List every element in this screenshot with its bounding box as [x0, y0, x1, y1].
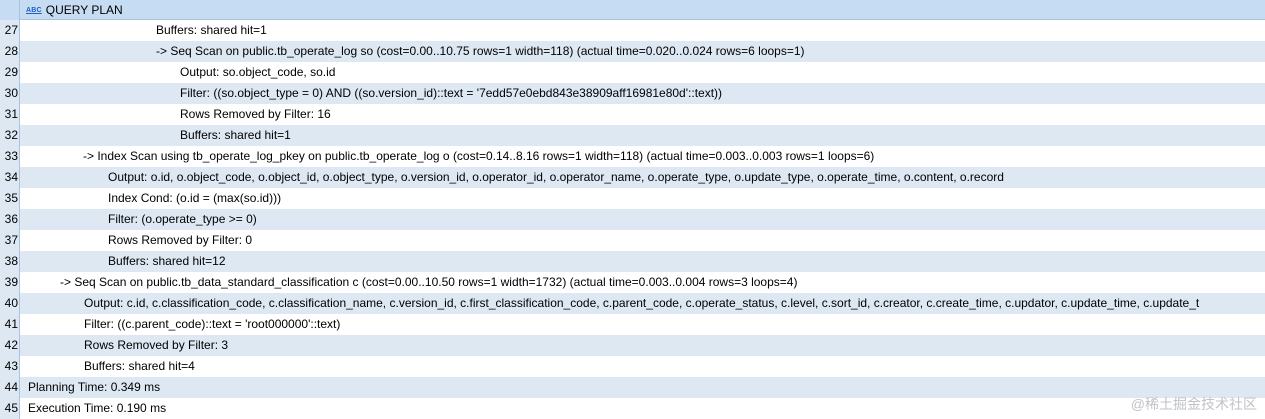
query-plan-cell[interactable]: Filter: ((c.parent_code)::text = 'root00… — [28, 314, 1265, 335]
query-plan-cell[interactable]: -> Seq Scan on public.tb_data_standard_c… — [28, 272, 1265, 293]
query-plan-cell[interactable]: -> Seq Scan on public.tb_operate_log so … — [28, 41, 1265, 62]
result-grid-header: ABC QUERY PLAN — [0, 0, 1265, 20]
row-number[interactable]: 43 — [0, 356, 20, 377]
row-number[interactable]: 35 — [0, 188, 20, 209]
query-plan-cell[interactable]: Output: o.id, o.object_code, o.object_id… — [28, 167, 1265, 188]
row-number[interactable]: 36 — [0, 209, 20, 230]
query-plan-cell[interactable]: Index Cond: (o.id = (max(so.id))) — [28, 188, 1265, 209]
row-number[interactable]: 45 — [0, 398, 20, 419]
row-number[interactable]: 37 — [0, 230, 20, 251]
row-number[interactable]: 38 — [0, 251, 20, 272]
table-row[interactable]: 40 Output: c.id, c.classification_code, c… — [0, 293, 1265, 314]
table-row[interactable]: 43 Buffers: shared hit=4 — [0, 356, 1265, 377]
row-number[interactable]: 33 — [0, 146, 20, 167]
row-number[interactable]: 27 — [0, 20, 20, 41]
row-number[interactable]: 40 — [0, 293, 20, 314]
row-number[interactable]: 28 — [0, 41, 20, 62]
table-row[interactable]: 41 Filter: ((c.parent_code)::text = 'root… — [0, 314, 1265, 335]
result-grid[interactable]: 27 Buffers: shared hit=1 28 -> Seq Scan on … — [0, 20, 1265, 419]
row-number[interactable]: 31 — [0, 104, 20, 125]
row-number[interactable]: 42 — [0, 335, 20, 356]
table-row[interactable]: 34 Output: o.id, o.object_code, o.object_… — [0, 167, 1265, 188]
query-plan-cell[interactable]: Buffers: shared hit=1 — [28, 125, 1265, 146]
query-plan-cell[interactable]: Rows Removed by Filter: 0 — [28, 230, 1265, 251]
header-row-gutter[interactable] — [0, 0, 20, 20]
table-row[interactable]: 30 Filter: ((so.object_type = 0) AND ((so… — [0, 83, 1265, 104]
table-row[interactable]: 32 Buffers: shared hit=1 — [0, 125, 1265, 146]
table-row[interactable]: 36 Filter: (o.operate_type >= 0) — [0, 209, 1265, 230]
table-row[interactable]: 42 Rows Removed by Filter: 3 — [0, 335, 1265, 356]
row-number[interactable]: 30 — [0, 83, 20, 104]
table-row[interactable]: 33 -> Index Scan using tb_operate_log_pke… — [0, 146, 1265, 167]
row-number[interactable]: 34 — [0, 167, 20, 188]
column-header-label: QUERY PLAN — [45, 3, 123, 17]
row-number[interactable]: 29 — [0, 62, 20, 83]
row-number[interactable]: 39 — [0, 272, 20, 293]
table-row[interactable]: 44 Planning Time: 0.349 ms — [0, 377, 1265, 398]
query-plan-cell[interactable]: -> Index Scan using tb_operate_log_pkey … — [28, 146, 1265, 167]
row-number[interactable]: 41 — [0, 314, 20, 335]
query-plan-cell[interactable]: Execution Time: 0.190 ms — [28, 398, 1265, 419]
table-row[interactable]: 38 Buffers: shared hit=12 — [0, 251, 1265, 272]
query-plan-cell[interactable]: Buffers: shared hit=4 — [28, 356, 1265, 377]
table-row[interactable]: 29 Output: so.object_code, so.id — [0, 62, 1265, 83]
row-number[interactable]: 44 — [0, 377, 20, 398]
row-number[interactable]: 32 — [0, 125, 20, 146]
column-header-query-plan[interactable]: ABC QUERY PLAN — [20, 0, 1265, 20]
query-plan-cell[interactable]: Output: so.object_code, so.id — [28, 62, 1265, 83]
abc-text-type-icon: ABC — [26, 6, 42, 14]
query-plan-cell[interactable]: Filter: ((so.object_type = 0) AND ((so.v… — [28, 83, 1265, 104]
query-plan-cell[interactable]: Rows Removed by Filter: 3 — [28, 335, 1265, 356]
query-plan-cell[interactable]: Buffers: shared hit=1 — [28, 20, 1265, 41]
watermark: @稀土掘金技术社区 — [1130, 396, 1257, 412]
table-row[interactable]: 37 Rows Removed by Filter: 0 — [0, 230, 1265, 251]
query-plan-cell[interactable]: Planning Time: 0.349 ms — [28, 377, 1265, 398]
table-row[interactable]: 39 -> Seq Scan on public.tb_data_standard… — [0, 272, 1265, 293]
table-row[interactable]: 45 Execution Time: 0.190 ms — [0, 398, 1265, 419]
table-row[interactable]: 28 -> Seq Scan on public.tb_operate_log s… — [0, 41, 1265, 62]
query-plan-cell[interactable]: Buffers: shared hit=12 — [28, 251, 1265, 272]
table-row[interactable]: 31 Rows Removed by Filter: 16 — [0, 104, 1265, 125]
table-row[interactable]: 27 Buffers: shared hit=1 — [0, 20, 1265, 41]
query-plan-cell[interactable]: Rows Removed by Filter: 16 — [28, 104, 1265, 125]
query-plan-cell[interactable]: Filter: (o.operate_type >= 0) — [28, 209, 1265, 230]
query-plan-cell[interactable]: Output: c.id, c.classification_code, c.c… — [28, 293, 1265, 314]
table-row[interactable]: 35 Index Cond: (o.id = (max(so.id))) — [0, 188, 1265, 209]
